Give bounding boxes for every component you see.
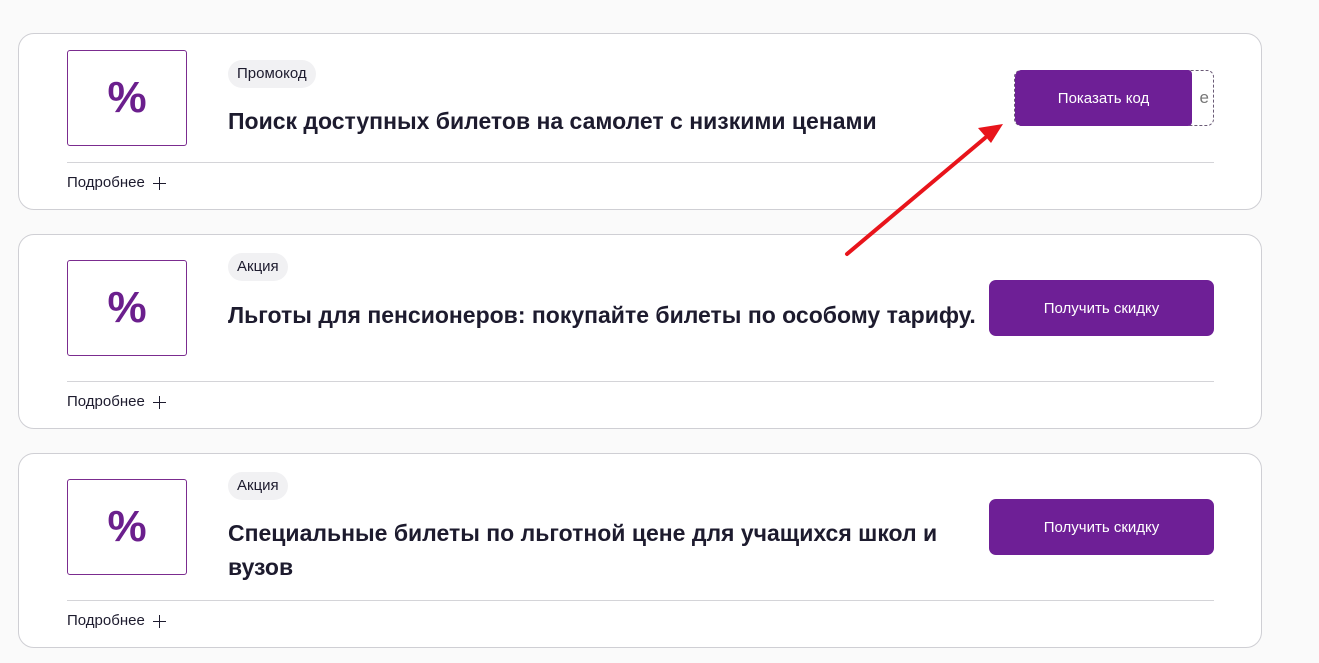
promo-code-peek: е	[1199, 88, 1209, 107]
more-details-label: Подробнее	[67, 612, 145, 629]
offer-title: Поиск доступных билетов на самолет с низ…	[228, 108, 877, 134]
card-divider	[67, 162, 1214, 163]
card-divider	[67, 381, 1214, 382]
plus-icon	[152, 176, 166, 190]
offer-logo-percent-icon: %	[67, 50, 187, 146]
offer-title: Льготы для пенсионеров: покупайте билеты…	[228, 302, 976, 328]
offer-card-1: % Промокод Поиск доступных билетов на са…	[18, 33, 1262, 210]
offer-card-2: % Акция Льготы для пенсионеров: покупайт…	[18, 234, 1262, 429]
offer-logo-percent-icon: %	[67, 260, 187, 356]
more-details-toggle[interactable]: Подробнее	[67, 611, 166, 631]
more-details-label: Подробнее	[67, 174, 145, 191]
offer-logo-symbol: %	[107, 502, 147, 551]
offer-logo-symbol: %	[107, 283, 147, 332]
offer-logo-percent-icon: %	[67, 479, 187, 575]
offer-logo-symbol: %	[107, 73, 147, 122]
plus-icon	[152, 614, 166, 628]
card-divider	[67, 600, 1214, 601]
offer-type-badge: Акция	[228, 472, 288, 500]
more-details-toggle[interactable]: Подробнее	[67, 173, 166, 193]
offer-card-3: % Акция Специальные билеты по льготной ц…	[18, 453, 1262, 648]
offer-type-badge: Промокод	[228, 60, 316, 88]
get-discount-button[interactable]: Получить скидку	[989, 280, 1214, 336]
plus-icon	[152, 395, 166, 409]
more-details-toggle[interactable]: Подробнее	[67, 392, 166, 412]
offers-page: % Промокод Поиск доступных билетов на са…	[0, 0, 1319, 663]
offer-title: Специальные билеты по льготной цене для …	[228, 520, 938, 580]
offer-type-badge: Акция	[228, 253, 288, 281]
show-code-button[interactable]: Показать код	[1015, 70, 1192, 126]
more-details-label: Подробнее	[67, 393, 145, 410]
get-discount-button[interactable]: Получить скидку	[989, 499, 1214, 555]
